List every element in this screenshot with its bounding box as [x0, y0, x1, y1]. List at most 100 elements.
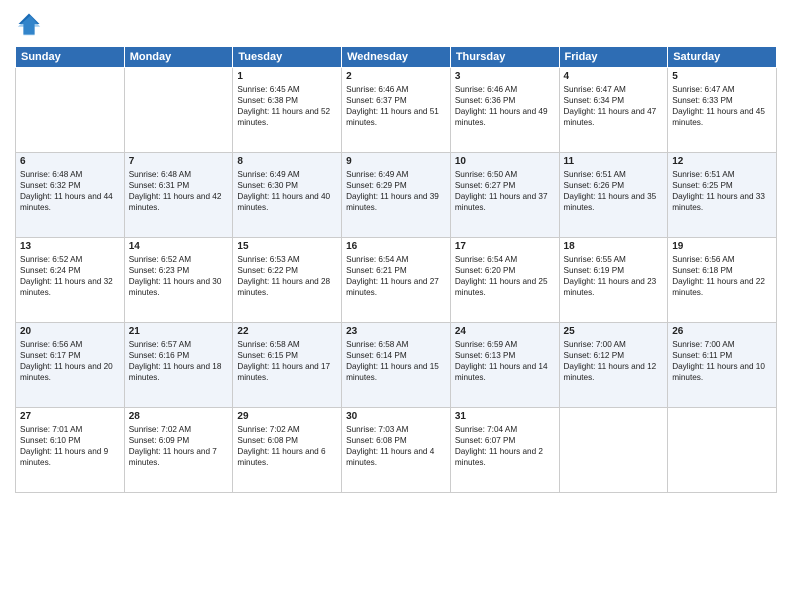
calendar-week-1: 1 Sunrise: 6:45 AM Sunset: 6:38 PM Daylig…: [16, 68, 777, 153]
calendar-cell: 26 Sunrise: 7:00 AM Sunset: 6:11 PM Dayli…: [668, 323, 777, 408]
calendar-cell: 19Sunrise: 6:56 AM Sunset: 6:18 PM Dayli…: [668, 238, 777, 323]
logo: [15, 10, 47, 38]
day-number: 11: [564, 156, 664, 167]
cell-content: Sunrise: 6:48 AM Sunset: 6:31 PM Dayligh…: [129, 169, 229, 213]
calendar-header-sunday: Sunday: [16, 47, 125, 68]
calendar-cell: 21 Sunrise: 6:57 AM Sunset: 6:16 PM Dayli…: [124, 323, 233, 408]
cell-content: Sunrise: 7:02 AM Sunset: 6:08 PM Dayligh…: [237, 424, 337, 468]
calendar-cell: 24 Sunrise: 6:59 AM Sunset: 6:13 PM Dayli…: [450, 323, 559, 408]
calendar-week-2: 6Sunrise: 6:48 AM Sunset: 6:32 PM Daylig…: [16, 153, 777, 238]
cell-content: Sunrise: 7:00 AM Sunset: 6:11 PM Dayligh…: [672, 339, 772, 383]
cell-content: Sunrise: 7:04 AM Sunset: 6:07 PM Dayligh…: [455, 424, 555, 468]
day-number: 18: [564, 241, 664, 252]
day-number: 12: [672, 156, 772, 167]
day-number: 8: [237, 156, 337, 167]
day-number: 17: [455, 241, 555, 252]
cell-content: Sunrise: 6:55 AM Sunset: 6:19 PM Dayligh…: [564, 254, 664, 298]
day-number: 21: [129, 326, 229, 337]
calendar-cell: 15Sunrise: 6:53 AM Sunset: 6:22 PM Dayli…: [233, 238, 342, 323]
calendar-header-tuesday: Tuesday: [233, 47, 342, 68]
day-number: 22: [237, 326, 337, 337]
cell-content: Sunrise: 6:58 AM Sunset: 6:14 PM Dayligh…: [346, 339, 446, 383]
calendar-header-monday: Monday: [124, 47, 233, 68]
day-number: 4: [564, 71, 664, 82]
calendar-cell: [124, 68, 233, 153]
cell-content: Sunrise: 6:52 AM Sunset: 6:24 PM Dayligh…: [20, 254, 120, 298]
day-number: 25: [564, 326, 664, 337]
calendar-cell: [559, 408, 668, 493]
calendar-cell: 5Sunrise: 6:47 AM Sunset: 6:33 PM Daylig…: [668, 68, 777, 153]
day-number: 13: [20, 241, 120, 252]
calendar-cell: 23 Sunrise: 6:58 AM Sunset: 6:14 PM Dayli…: [342, 323, 451, 408]
header: [15, 10, 777, 38]
calendar-header-wednesday: Wednesday: [342, 47, 451, 68]
cell-content: Sunrise: 6:57 AM Sunset: 6:16 PM Dayligh…: [129, 339, 229, 383]
day-number: 7: [129, 156, 229, 167]
day-number: 10: [455, 156, 555, 167]
calendar-cell: 17 Sunrise: 6:54 AM Sunset: 6:20 PM Dayli…: [450, 238, 559, 323]
calendar-cell: 28 Sunrise: 7:02 AM Sunset: 6:09 PM Dayli…: [124, 408, 233, 493]
calendar-cell: 29 Sunrise: 7:02 AM Sunset: 6:08 PM Dayli…: [233, 408, 342, 493]
cell-content: Sunrise: 6:48 AM Sunset: 6:32 PM Dayligh…: [20, 169, 120, 213]
calendar-cell: 27Sunrise: 7:01 AM Sunset: 6:10 PM Dayli…: [16, 408, 125, 493]
calendar-cell: 6Sunrise: 6:48 AM Sunset: 6:32 PM Daylig…: [16, 153, 125, 238]
cell-content: Sunrise: 6:54 AM Sunset: 6:21 PM Dayligh…: [346, 254, 446, 298]
calendar-cell: 7 Sunrise: 6:48 AM Sunset: 6:31 PM Daylig…: [124, 153, 233, 238]
calendar-cell: 4Sunrise: 6:47 AM Sunset: 6:34 PM Daylig…: [559, 68, 668, 153]
calendar-cell: 11 Sunrise: 6:51 AM Sunset: 6:26 PM Dayli…: [559, 153, 668, 238]
day-number: 23: [346, 326, 446, 337]
cell-content: Sunrise: 6:59 AM Sunset: 6:13 PM Dayligh…: [455, 339, 555, 383]
calendar-cell: 13 Sunrise: 6:52 AM Sunset: 6:24 PM Dayli…: [16, 238, 125, 323]
day-number: 24: [455, 326, 555, 337]
calendar-header-friday: Friday: [559, 47, 668, 68]
calendar-cell: 3 Sunrise: 6:46 AM Sunset: 6:36 PM Daylig…: [450, 68, 559, 153]
calendar-cell: 10 Sunrise: 6:50 AM Sunset: 6:27 PM Dayli…: [450, 153, 559, 238]
calendar-header-row: SundayMondayTuesdayWednesdayThursdayFrid…: [16, 47, 777, 68]
day-number: 16: [346, 241, 446, 252]
cell-content: Sunrise: 6:51 AM Sunset: 6:26 PM Dayligh…: [564, 169, 664, 213]
cell-content: Sunrise: 6:49 AM Sunset: 6:30 PM Dayligh…: [237, 169, 337, 213]
cell-content: Sunrise: 6:58 AM Sunset: 6:15 PM Dayligh…: [237, 339, 337, 383]
calendar-cell: [16, 68, 125, 153]
cell-content: Sunrise: 6:52 AM Sunset: 6:23 PM Dayligh…: [129, 254, 229, 298]
calendar-header-thursday: Thursday: [450, 47, 559, 68]
day-number: 27: [20, 411, 120, 422]
day-number: 1: [237, 71, 337, 82]
calendar-cell: 20 Sunrise: 6:56 AM Sunset: 6:17 PM Dayli…: [16, 323, 125, 408]
day-number: 29: [237, 411, 337, 422]
cell-content: Sunrise: 7:03 AM Sunset: 6:08 PM Dayligh…: [346, 424, 446, 468]
cell-content: Sunrise: 6:51 AM Sunset: 6:25 PM Dayligh…: [672, 169, 772, 213]
cell-content: Sunrise: 6:50 AM Sunset: 6:27 PM Dayligh…: [455, 169, 555, 213]
cell-content: Sunrise: 7:02 AM Sunset: 6:09 PM Dayligh…: [129, 424, 229, 468]
calendar-week-3: 13 Sunrise: 6:52 AM Sunset: 6:24 PM Dayli…: [16, 238, 777, 323]
calendar-cell: 22 Sunrise: 6:58 AM Sunset: 6:15 PM Dayli…: [233, 323, 342, 408]
day-number: 9: [346, 156, 446, 167]
calendar-cell: 31 Sunrise: 7:04 AM Sunset: 6:07 PM Dayli…: [450, 408, 559, 493]
calendar-cell: 1 Sunrise: 6:45 AM Sunset: 6:38 PM Daylig…: [233, 68, 342, 153]
day-number: 31: [455, 411, 555, 422]
cell-content: Sunrise: 6:46 AM Sunset: 6:36 PM Dayligh…: [455, 84, 555, 128]
cell-content: Sunrise: 6:45 AM Sunset: 6:38 PM Dayligh…: [237, 84, 337, 128]
cell-content: Sunrise: 6:46 AM Sunset: 6:37 PM Dayligh…: [346, 84, 446, 128]
calendar-cell: 12 Sunrise: 6:51 AM Sunset: 6:25 PM Dayli…: [668, 153, 777, 238]
cell-content: Sunrise: 6:56 AM Sunset: 6:17 PM Dayligh…: [20, 339, 120, 383]
day-number: 15: [237, 241, 337, 252]
calendar-week-5: 27Sunrise: 7:01 AM Sunset: 6:10 PM Dayli…: [16, 408, 777, 493]
calendar-cell: 8 Sunrise: 6:49 AM Sunset: 6:30 PM Daylig…: [233, 153, 342, 238]
calendar-cell: [668, 408, 777, 493]
cell-content: Sunrise: 6:49 AM Sunset: 6:29 PM Dayligh…: [346, 169, 446, 213]
cell-content: Sunrise: 6:54 AM Sunset: 6:20 PM Dayligh…: [455, 254, 555, 298]
day-number: 3: [455, 71, 555, 82]
day-number: 20: [20, 326, 120, 337]
page: SundayMondayTuesdayWednesdayThursdayFrid…: [0, 0, 792, 612]
logo-icon: [15, 10, 43, 38]
day-number: 14: [129, 241, 229, 252]
calendar-cell: 30 Sunrise: 7:03 AM Sunset: 6:08 PM Dayli…: [342, 408, 451, 493]
calendar-week-4: 20 Sunrise: 6:56 AM Sunset: 6:17 PM Dayli…: [16, 323, 777, 408]
calendar-cell: 14 Sunrise: 6:52 AM Sunset: 6:23 PM Dayli…: [124, 238, 233, 323]
day-number: 26: [672, 326, 772, 337]
day-number: 28: [129, 411, 229, 422]
day-number: 19: [672, 241, 772, 252]
cell-content: Sunrise: 7:00 AM Sunset: 6:12 PM Dayligh…: [564, 339, 664, 383]
day-number: 30: [346, 411, 446, 422]
